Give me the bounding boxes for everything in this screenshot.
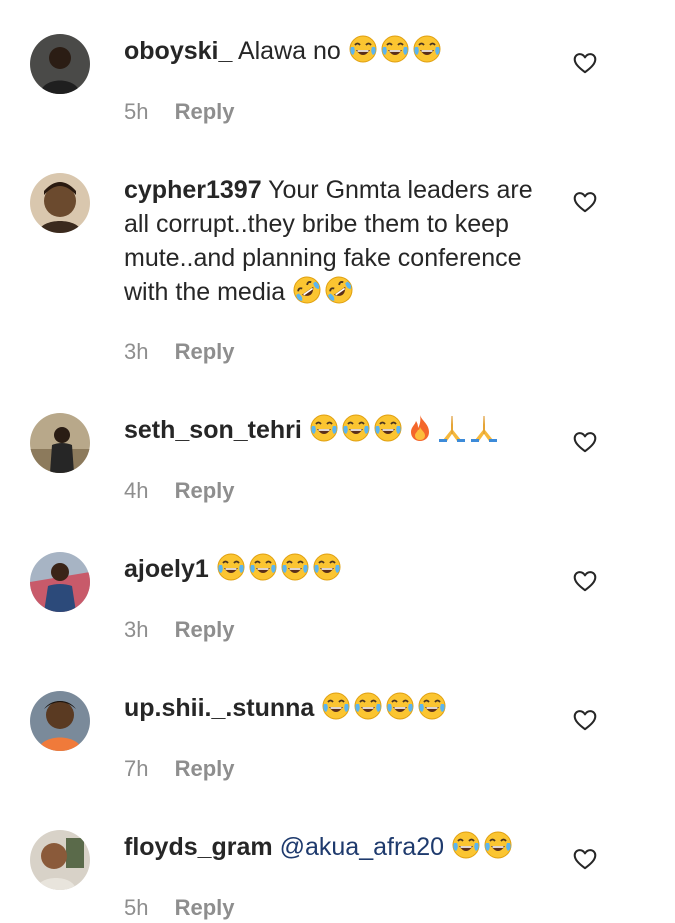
comment-username[interactable]: floyds_gram [124, 833, 273, 861]
comment-username[interactable]: up.shii._.stunna [124, 694, 314, 722]
face-with-tears-of-joy-icon [412, 34, 442, 64]
comment-timestamp: 3h [124, 339, 149, 364]
face-with-tears-of-joy-icon [385, 691, 415, 721]
face-with-tears-of-joy-icon [483, 830, 513, 860]
comment-body: up.shii._.stunna [124, 691, 544, 725]
comment-item: ajoely1 3h Reply [0, 518, 675, 657]
reply-button[interactable]: Reply [175, 895, 235, 920]
comment-item: cypher1397 Your Gnmta leaders are all co… [0, 139, 675, 379]
rolling-on-floor-laughing-icon [324, 275, 354, 305]
comment-item: oboyski_ Alawa no 5h Reply [0, 0, 675, 139]
face-with-tears-of-joy-icon [341, 413, 371, 443]
heart-icon[interactable] [572, 429, 598, 455]
heart-icon[interactable] [572, 846, 598, 872]
heart-icon[interactable] [572, 707, 598, 733]
reply-button[interactable]: Reply [175, 478, 235, 503]
face-with-tears-of-joy-icon [380, 34, 410, 64]
avatar[interactable] [30, 691, 90, 751]
face-with-tears-of-joy-icon [321, 691, 351, 721]
avatar[interactable] [30, 830, 90, 890]
avatar[interactable] [30, 413, 90, 473]
fire-icon [405, 413, 435, 443]
face-with-tears-of-joy-icon [348, 34, 378, 64]
comment-meta: 4h Reply [124, 478, 235, 504]
face-with-tears-of-joy-icon [312, 552, 342, 582]
heart-icon[interactable] [572, 568, 598, 594]
reply-button[interactable]: Reply [175, 99, 235, 124]
comment-text: Alawa no [237, 37, 341, 65]
avatar[interactable] [30, 34, 90, 94]
comment-meta: 3h Reply [124, 339, 235, 365]
comment-body: cypher1397 Your Gnmta leaders are all co… [124, 173, 544, 309]
comment-body: ajoely1 [124, 552, 544, 586]
comment-username[interactable]: oboyski_ [124, 37, 232, 65]
comment-meta: 5h Reply [124, 895, 235, 921]
comment-timestamp: 4h [124, 478, 149, 503]
comment-username[interactable]: seth_son_tehri [124, 416, 302, 444]
comment-body: oboyski_ Alawa no [124, 34, 544, 68]
face-with-tears-of-joy-icon [248, 552, 278, 582]
reply-button[interactable]: Reply [175, 617, 235, 642]
face-with-tears-of-joy-icon [280, 552, 310, 582]
comment-meta: 3h Reply [124, 617, 235, 643]
face-with-tears-of-joy-icon [417, 691, 447, 721]
heart-icon[interactable] [572, 189, 598, 215]
face-with-tears-of-joy-icon [353, 691, 383, 721]
face-with-tears-of-joy-icon [373, 413, 403, 443]
face-with-tears-of-joy-icon [216, 552, 246, 582]
comment-username[interactable]: cypher1397 [124, 176, 262, 204]
comment-item: up.shii._.stunna 7h Reply [0, 657, 675, 796]
comment-timestamp: 3h [124, 617, 149, 642]
comment-body: seth_son_tehri [124, 413, 544, 447]
comment-item: seth_son_tehri 4h Reply [0, 379, 675, 518]
comment-item: floyds_gram @akua_afra20 5h Reply [0, 796, 675, 923]
face-with-tears-of-joy-icon [309, 413, 339, 443]
comment-timestamp: 7h [124, 756, 149, 781]
heart-icon[interactable] [572, 50, 598, 76]
avatar[interactable] [30, 173, 90, 233]
comment-timestamp: 5h [124, 99, 149, 124]
reply-button[interactable]: Reply [175, 339, 235, 364]
comment-body: floyds_gram @akua_afra20 [124, 830, 544, 864]
comment-meta: 5h Reply [124, 99, 235, 125]
face-with-tears-of-joy-icon [451, 830, 481, 860]
rolling-on-floor-laughing-icon [292, 275, 322, 305]
comment-timestamp: 5h [124, 895, 149, 920]
comment-username[interactable]: ajoely1 [124, 555, 209, 583]
comment-mention-link[interactable]: @akua_afra20 [280, 833, 444, 861]
avatar[interactable] [30, 552, 90, 612]
comment-meta: 7h Reply [124, 756, 235, 782]
reply-button[interactable]: Reply [175, 756, 235, 781]
folded-hands-icon [437, 413, 467, 443]
folded-hands-icon [469, 413, 499, 443]
